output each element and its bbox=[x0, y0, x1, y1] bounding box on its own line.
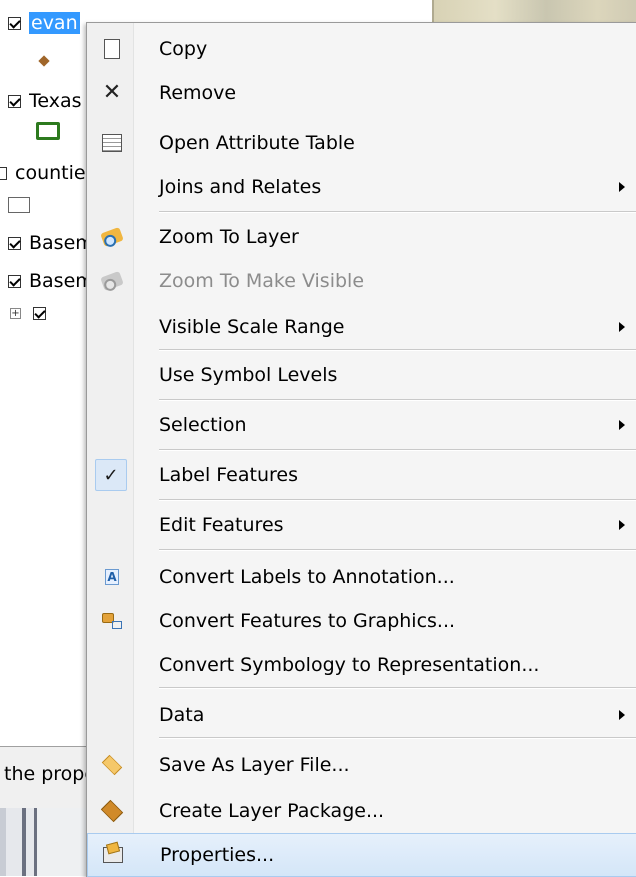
layer-file-icon bbox=[101, 754, 123, 776]
layer-context-menu: Copy ✕ Remove Open Attribute Table Joins… bbox=[86, 22, 636, 877]
menu-item-label: Open Attribute Table bbox=[159, 132, 355, 154]
menu-item-zoom-to-make-visible[interactable]: Zoom To Make Visible bbox=[87, 259, 636, 303]
menu-item-convert-symbology-to-representation[interactable]: Convert Symbology to Representation... bbox=[87, 643, 636, 687]
menu-item-properties[interactable]: Properties... bbox=[87, 833, 636, 877]
menu-item-save-as-layer-file[interactable]: Save As Layer File... bbox=[87, 743, 636, 787]
menu-item-label: Properties... bbox=[160, 844, 275, 866]
layer-visibility-checkbox[interactable] bbox=[0, 166, 7, 180]
table-of-contents: evan Texas counties Basemap Basemap + bbox=[0, 0, 117, 876]
menu-separator bbox=[159, 349, 636, 351]
table-icon bbox=[101, 132, 123, 154]
toc-layer-texas[interactable]: Texas bbox=[8, 88, 82, 114]
menu-item-label: Remove bbox=[159, 82, 237, 104]
menu-item-label: Label Features bbox=[159, 464, 298, 486]
menu-item-label: Zoom To Make Visible bbox=[159, 270, 365, 292]
graphics-icon bbox=[101, 610, 123, 632]
status-bar: the properties bbox=[0, 746, 138, 810]
window-frame bbox=[0, 808, 100, 876]
menu-item-label: Selection bbox=[159, 414, 247, 436]
menu-item-label: Joins and Relates bbox=[159, 176, 322, 198]
menu-item-data[interactable]: Data bbox=[87, 693, 636, 737]
toc-layer-evan[interactable]: evan bbox=[8, 10, 80, 36]
menu-item-copy[interactable]: Copy bbox=[87, 27, 636, 71]
menu-item-label: Convert Symbology to Representation... bbox=[159, 654, 540, 676]
layer-visibility-checkbox[interactable] bbox=[33, 306, 46, 320]
menu-item-label: Visible Scale Range bbox=[159, 316, 345, 338]
green-polygon-icon bbox=[36, 122, 60, 140]
menu-item-edit-features[interactable]: Edit Features bbox=[87, 503, 636, 547]
menu-separator bbox=[159, 211, 636, 213]
layer-name[interactable]: counties bbox=[15, 162, 95, 184]
menu-separator bbox=[159, 399, 636, 401]
layer-visibility-checkbox[interactable] bbox=[8, 274, 21, 288]
point-symbol-icon bbox=[38, 55, 50, 67]
point-symbol bbox=[38, 48, 50, 74]
submenu-arrow-icon bbox=[619, 322, 625, 332]
menu-item-label: Convert Features to Graphics... bbox=[159, 610, 456, 632]
menu-item-label-features[interactable]: ✓ Label Features bbox=[87, 453, 636, 497]
menu-item-remove[interactable]: ✕ Remove bbox=[87, 71, 636, 115]
menu-item-label: Convert Labels to Annotation... bbox=[159, 566, 455, 588]
annotation-icon: A bbox=[105, 569, 119, 585]
menu-item-open-attribute-table[interactable]: Open Attribute Table bbox=[87, 121, 636, 165]
polygon-symbol bbox=[8, 192, 30, 218]
menu-separator bbox=[159, 499, 636, 501]
map-view[interactable] bbox=[432, 0, 636, 22]
submenu-arrow-icon bbox=[619, 520, 625, 530]
menu-separator bbox=[159, 687, 636, 689]
expand-icon[interactable]: + bbox=[10, 307, 21, 319]
layer-name[interactable]: Texas bbox=[29, 90, 82, 112]
menu-item-selection[interactable]: Selection bbox=[87, 403, 636, 447]
menu-separator bbox=[159, 737, 636, 739]
submenu-arrow-icon bbox=[619, 182, 625, 192]
menu-item-label: Zoom To Layer bbox=[159, 226, 299, 248]
menu-item-use-symbol-levels[interactable]: Use Symbol Levels bbox=[87, 353, 636, 397]
menu-item-joins-and-relates[interactable]: Joins and Relates bbox=[87, 165, 636, 209]
layer-visibility-checkbox[interactable] bbox=[8, 236, 21, 250]
menu-separator bbox=[159, 549, 636, 551]
copy-icon bbox=[99, 36, 123, 60]
properties-icon bbox=[102, 844, 124, 866]
submenu-arrow-icon bbox=[619, 710, 625, 720]
remove-icon: ✕ bbox=[102, 80, 122, 105]
layer-package-icon bbox=[100, 799, 124, 823]
menu-item-convert-features-to-graphics[interactable]: Convert Features to Graphics... bbox=[87, 599, 636, 643]
menu-item-label: Edit Features bbox=[159, 514, 284, 536]
menu-item-zoom-to-layer[interactable]: Zoom To Layer bbox=[87, 215, 636, 259]
menu-separator bbox=[159, 449, 636, 451]
menu-item-label: Use Symbol Levels bbox=[159, 364, 338, 386]
layer-name[interactable]: evan bbox=[29, 12, 80, 34]
menu-item-convert-labels-to-annotation[interactable]: A Convert Labels to Annotation... bbox=[87, 555, 636, 599]
menu-item-visible-scale-range[interactable]: Visible Scale Range bbox=[87, 305, 636, 349]
menu-item-label: Save As Layer File... bbox=[159, 754, 350, 776]
toc-group-layer[interactable]: + bbox=[10, 300, 46, 326]
empty-polygon-icon bbox=[8, 197, 30, 213]
toc-layer-counties[interactable]: counties bbox=[0, 160, 95, 186]
polygon-symbol bbox=[36, 118, 60, 144]
zoom-to-layer-icon bbox=[100, 226, 124, 248]
menu-item-label: Create Layer Package... bbox=[159, 800, 385, 822]
menu-item-label: Copy bbox=[159, 38, 208, 60]
checkmark-icon: ✓ bbox=[95, 459, 127, 491]
layer-visibility-checkbox[interactable] bbox=[8, 16, 21, 30]
zoom-to-visible-icon bbox=[100, 270, 124, 292]
menu-item-label: Data bbox=[159, 704, 205, 726]
menu-item-create-layer-package[interactable]: Create Layer Package... bbox=[87, 789, 636, 833]
layer-visibility-checkbox[interactable] bbox=[8, 94, 21, 108]
submenu-arrow-icon bbox=[619, 420, 625, 430]
